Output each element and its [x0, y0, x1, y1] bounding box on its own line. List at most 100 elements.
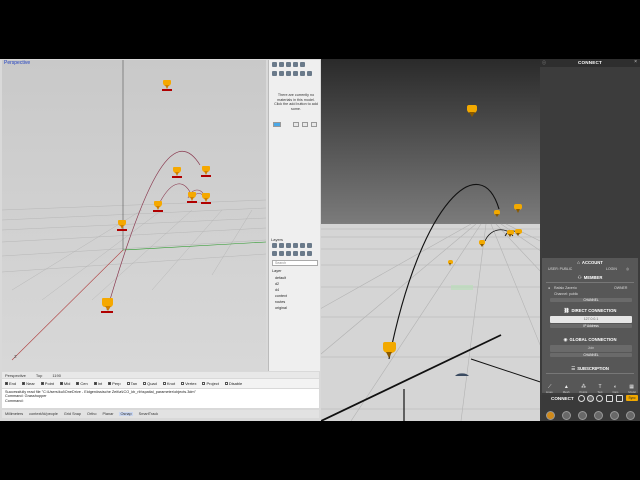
layer-item[interactable]: routes — [275, 300, 285, 304]
pin-marker[interactable] — [172, 167, 182, 178]
ip-address-input[interactable]: 127.0.0.1 — [550, 316, 632, 323]
sync-badge[interactable]: Sync — [626, 395, 638, 401]
layers-toolbar-2[interactable] — [272, 251, 312, 258]
material-view-button[interactable] — [293, 122, 299, 127]
tab-1190[interactable]: 1190 — [52, 373, 61, 378]
osnap-checkbox[interactable]: Disable — [224, 381, 243, 386]
layers-toolbar[interactable] — [272, 243, 312, 250]
osnap-checkbox[interactable]: Tan — [126, 381, 138, 386]
layer-item[interactable]: original — [275, 306, 287, 310]
sub-label: Points — [579, 390, 588, 394]
close-icon[interactable]: × — [634, 59, 637, 65]
material-view-button[interactable] — [311, 122, 317, 127]
osnap-checkbox[interactable]: Knot — [162, 381, 176, 386]
sync-icon[interactable] — [587, 395, 594, 402]
pin-marker[interactable] — [162, 80, 172, 91]
layer-item[interactable]: default — [275, 276, 286, 280]
osnap-checkbox[interactable]: Int — [93, 381, 102, 386]
add-material-button[interactable] — [273, 122, 281, 127]
osnap-checkbox[interactable]: Cen — [76, 381, 88, 386]
checkbox-box[interactable] — [162, 382, 166, 385]
panel-toolbar-top[interactable] — [272, 62, 305, 69]
statusbar-item[interactable]: Grid Snap — [64, 412, 81, 416]
perspective-viewport[interactable]: Perspective z — [2, 60, 266, 371]
statusbar-item[interactable]: context/ld/people — [29, 412, 58, 416]
checkbox-box[interactable] — [22, 382, 26, 385]
checkbox-box[interactable] — [59, 382, 63, 385]
global-join-field[interactable]: Join — [550, 345, 632, 352]
statusbar-item[interactable]: Millimeters — [5, 412, 23, 416]
dock-app-icon[interactable] — [593, 410, 603, 420]
checkbox-box[interactable] — [40, 382, 44, 385]
checkbox-box[interactable] — [143, 382, 147, 385]
osnap-checkbox[interactable]: End — [5, 381, 16, 386]
pin-marker[interactable] — [187, 192, 197, 203]
checkbox-box[interactable] — [93, 382, 97, 385]
subscription-title: ☰ SUBSCRIPTION — [542, 366, 638, 372]
account-section-title: ⌂ ACCOUNT — [542, 260, 638, 265]
global-channel-bar[interactable]: CHANNEL — [550, 353, 632, 357]
checkbox-box[interactable] — [181, 382, 185, 385]
channel-bar[interactable]: CHANNEL — [550, 298, 632, 302]
osnap-checkbox[interactable]: Project — [202, 381, 219, 386]
layer-column-header: Layer — [272, 269, 282, 273]
layer-search-input[interactable]: Search — [272, 260, 318, 266]
material-view-button[interactable] — [302, 122, 308, 127]
dock-app-icon[interactable] — [577, 410, 587, 420]
sliders-icon: ☰ — [571, 366, 576, 371]
osnap-label: Mid — [63, 381, 71, 386]
pin-marker[interactable] — [201, 193, 211, 204]
global-connection-title: ◉ GLOBAL CONNECTION — [542, 337, 638, 343]
globe-icon: ◉ — [563, 337, 568, 342]
layer-item[interactable]: d4 — [275, 288, 279, 292]
direct-title: DIRECT CONNECTION — [571, 308, 617, 313]
statusbar-item[interactable]: SmartTrack — [139, 412, 158, 416]
osnap-checkbox[interactable]: Vertex — [181, 381, 196, 386]
footer-connect-label[interactable]: CONNECT — [551, 396, 574, 401]
osnap-checkbox[interactable]: Near — [22, 381, 35, 386]
checkbox-box[interactable] — [76, 382, 80, 385]
share-icon[interactable] — [578, 395, 585, 402]
checkbox-box[interactable] — [126, 382, 130, 385]
checkbox-box[interactable] — [5, 382, 8, 385]
statusbar-item[interactable]: Planar — [102, 412, 113, 416]
tab-perspective[interactable]: Perspective — [5, 373, 26, 378]
settings-icon[interactable]: ◎ — [626, 267, 629, 271]
layer-item[interactable]: d2 — [275, 282, 279, 286]
pin-marker[interactable] — [117, 220, 127, 231]
stack-icon[interactable] — [606, 395, 613, 402]
osnap-label: Quad — [147, 381, 157, 386]
dock-app-icon[interactable] — [609, 410, 619, 420]
osnap-label: Project — [206, 381, 219, 386]
statusbar-item[interactable]: Ortho — [87, 412, 97, 416]
osnap-checkbox[interactable]: Perp — [108, 381, 121, 386]
direct-connection-title: ⛓ DIRECT CONNECTION — [542, 308, 638, 314]
osnap-label: Disable — [228, 381, 243, 386]
osnap-checkbox[interactable]: Quad — [143, 381, 157, 386]
checkbox-box[interactable] — [108, 382, 112, 385]
osnap-label: Tan — [130, 381, 138, 386]
osnap-checkbox[interactable]: Mid — [59, 381, 71, 386]
layer-item[interactable]: context — [275, 294, 287, 298]
pin-marker[interactable] — [201, 166, 211, 177]
osnap-checkbox[interactable]: Point — [40, 381, 54, 386]
checkbox-box[interactable] — [202, 382, 206, 385]
checkbox-box[interactable] — [224, 382, 228, 385]
exit-icon[interactable] — [616, 395, 623, 402]
pin-marker-large[interactable] — [101, 298, 114, 313]
record-icon[interactable] — [596, 395, 603, 402]
osnap-label: Knot — [166, 381, 176, 386]
connect-panel: ⓘ CONNECT × ⌂ ACCOUNT USER: PUBLIC LOGIN … — [540, 59, 640, 421]
tab-top[interactable]: Top — [36, 373, 42, 378]
dock-app-icon[interactable] — [545, 410, 555, 420]
command-history: Successfully read file "C:\Users\kul\One… — [2, 389, 319, 408]
statusbar-item[interactable]: Osnap — [119, 412, 133, 416]
ip-address-bar[interactable]: IP Address — [550, 324, 632, 328]
panel-toolbar-nav[interactable] — [272, 71, 312, 78]
login-link[interactable]: LOGIN — [606, 267, 617, 271]
account-user: USER: PUBLIC — [548, 267, 573, 271]
pin-marker[interactable] — [153, 201, 163, 212]
dock-app-icon[interactable] — [561, 410, 571, 420]
command-prompt[interactable]: Command: — [5, 399, 316, 403]
dock-app-icon[interactable] — [625, 410, 635, 420]
